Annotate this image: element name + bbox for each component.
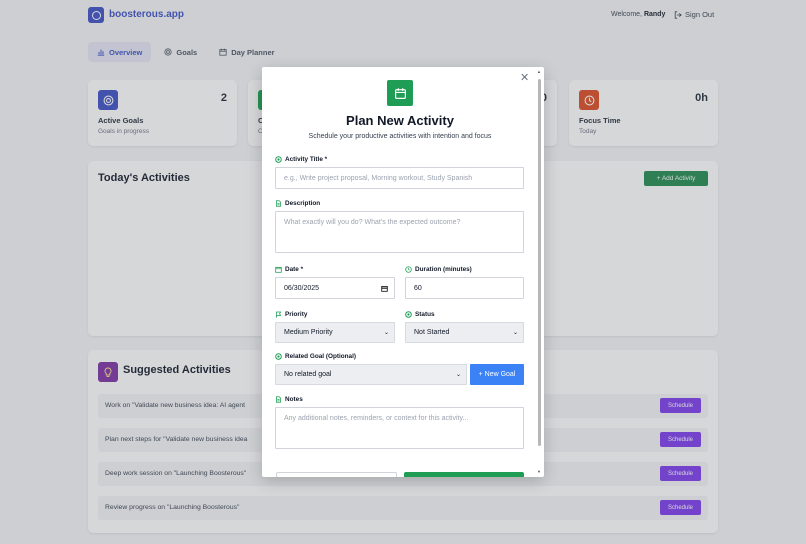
related-goal-label: Related Goal (Optional) xyxy=(275,353,356,360)
clock-icon xyxy=(405,266,412,273)
related-goal-value: No related goal xyxy=(284,371,332,378)
target-icon xyxy=(275,353,282,360)
modal-subtitle: Schedule your productive activities with… xyxy=(308,133,492,140)
priority-value: Medium Priority xyxy=(284,329,333,336)
new-goal-button[interactable]: + New Goal xyxy=(470,364,524,385)
calendar-picker-icon[interactable] xyxy=(381,285,388,292)
status-label: Status xyxy=(405,311,435,318)
duration-label: Duration (minutes) xyxy=(405,266,472,273)
status-select[interactable]: Not Started ⌄ xyxy=(405,322,524,343)
priority-label: Priority xyxy=(275,311,307,318)
date-label: Date * xyxy=(275,266,303,273)
date-value: 06/30/2025 xyxy=(284,284,320,292)
calendar-icon xyxy=(387,80,413,106)
modal-scrollbar[interactable]: ▲ ▼ xyxy=(537,69,542,474)
activity-title-input[interactable]: e.g., Write project proposal, Morning wo… xyxy=(275,167,524,189)
document-icon xyxy=(275,396,282,403)
scrollbar-thumb[interactable] xyxy=(538,79,541,446)
document-icon xyxy=(275,200,282,207)
description-textarea[interactable]: What exactly will you do? What's the exp… xyxy=(275,211,524,253)
description-label: Description xyxy=(275,200,320,207)
calendar-icon xyxy=(275,266,282,273)
priority-select[interactable]: Medium Priority ⌄ xyxy=(275,322,395,343)
duration-input[interactable]: 60 xyxy=(405,277,524,299)
notes-textarea[interactable]: Any additional notes, reminders, or cont… xyxy=(275,407,524,449)
date-input[interactable]: 06/30/2025 xyxy=(275,277,395,299)
modal-title: Plan New Activity xyxy=(346,113,454,128)
chevron-down-icon: ⌄ xyxy=(512,330,518,336)
status-value: Not Started xyxy=(414,329,450,336)
activity-title-label: Activity Title * xyxy=(275,156,327,163)
target-icon xyxy=(405,311,412,318)
cancel-button[interactable] xyxy=(276,472,397,477)
notes-label: Notes xyxy=(275,396,303,403)
create-activity-button[interactable] xyxy=(404,472,524,477)
related-goal-select[interactable]: No related goal ⌄ xyxy=(275,364,467,385)
close-icon[interactable]: ✕ xyxy=(520,73,529,84)
plan-activity-modal: ✕ ▲ ▼ Plan New Activity Schedule your pr… xyxy=(262,67,544,477)
target-icon xyxy=(275,156,282,163)
scroll-up-arrow[interactable]: ▲ xyxy=(537,69,541,74)
chevron-down-icon: ⌄ xyxy=(383,330,389,336)
flag-icon xyxy=(275,311,282,318)
scroll-down-arrow[interactable]: ▼ xyxy=(537,469,541,474)
chevron-down-icon: ⌄ xyxy=(455,372,461,378)
